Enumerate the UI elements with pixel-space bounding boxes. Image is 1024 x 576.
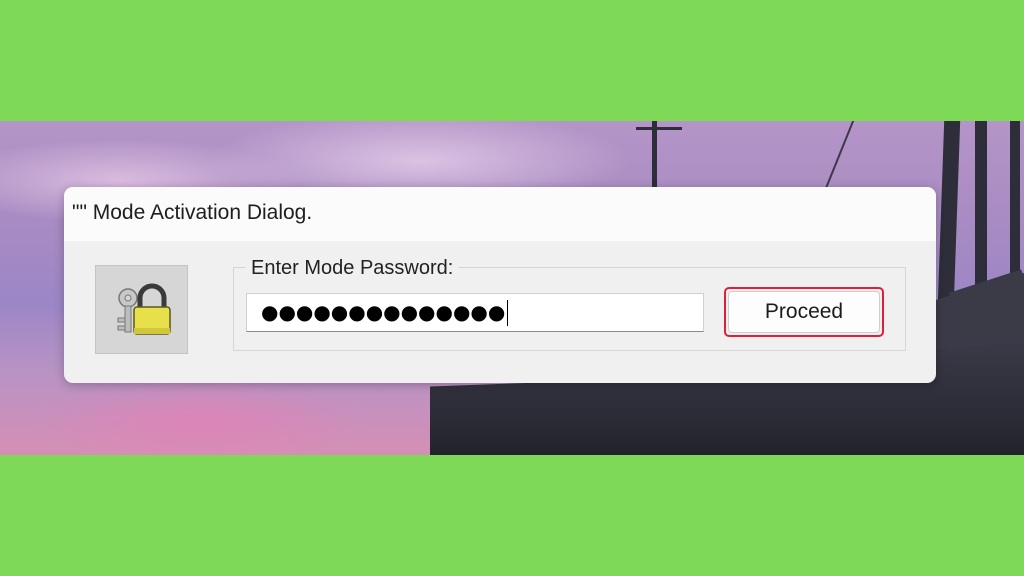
- ship-antenna: [652, 121, 657, 191]
- password-masked-value: ●●●●●●●●●●●●●●: [261, 300, 506, 324]
- dialog-titlebar[interactable]: "" Mode Activation Dialog.: [64, 187, 936, 241]
- mode-activation-dialog: "" Mode Activation Dialog. Enter Mode Pa…: [64, 187, 936, 383]
- password-input[interactable]: ●●●●●●●●●●●●●●: [246, 293, 704, 332]
- padlock-keys-icon: [95, 265, 188, 354]
- ship-antenna-crossbar: [636, 127, 682, 130]
- password-group-label: Enter Mode Password:: [246, 257, 459, 280]
- dialog-title: "" Mode Activation Dialog.: [72, 201, 313, 224]
- proceed-button[interactable]: Proceed: [728, 291, 880, 333]
- ship-rope: [825, 121, 857, 189]
- text-caret: [507, 299, 509, 326]
